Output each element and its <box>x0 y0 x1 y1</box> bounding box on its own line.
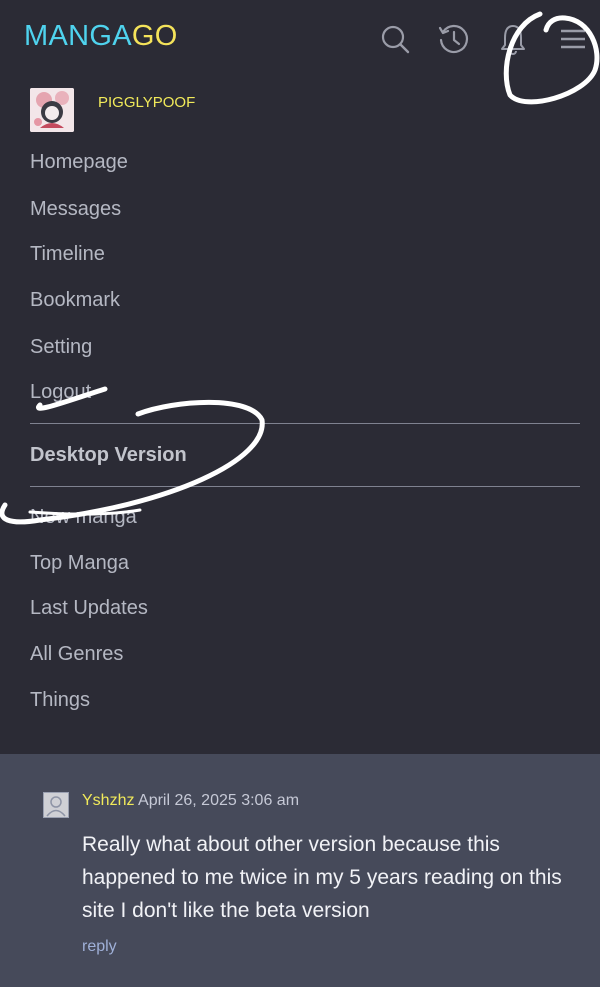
divider <box>30 423 580 424</box>
menu-item-homepage[interactable]: Homepage <box>30 151 128 174</box>
menu-item-top-manga[interactable]: Top Manga <box>30 552 129 575</box>
side-menu-panel: MANGAGO PIGGLYPOOF Homepage Messages Tim… <box>0 0 600 754</box>
menu-item-all-genres[interactable]: All Genres <box>30 643 123 666</box>
avatar[interactable] <box>30 88 74 132</box>
menu-item-last-updates[interactable]: Last Updates <box>30 597 148 620</box>
history-icon[interactable] <box>438 22 470 56</box>
menu-item-bookmark[interactable]: Bookmark <box>30 289 120 312</box>
menu-item-new-manga[interactable]: New manga <box>30 506 137 529</box>
menu-icon[interactable] <box>557 22 589 56</box>
comment-username[interactable]: Yshzhz <box>82 792 134 809</box>
comment-meta: Yshzhz April 26, 2025 3:06 am <box>82 792 299 810</box>
site-logo[interactable]: MANGAGO <box>24 20 178 53</box>
bell-icon[interactable] <box>497 22 529 56</box>
comment: Yshzhz April 26, 2025 3:06 am Really wha… <box>0 754 600 987</box>
logo-part-go: GO <box>131 20 178 52</box>
menu-item-timeline[interactable]: Timeline <box>30 243 105 266</box>
menu-item-things[interactable]: Things <box>30 689 90 712</box>
comment-avatar[interactable] <box>43 792 69 818</box>
menu-item-messages[interactable]: Messages <box>30 198 121 221</box>
menu-item-setting[interactable]: Setting <box>30 336 92 359</box>
reply-link[interactable]: reply <box>82 938 117 956</box>
comment-date: April 26, 2025 3:06 am <box>138 792 300 809</box>
search-icon[interactable] <box>379 22 411 56</box>
menu-item-logout[interactable]: Logout <box>30 381 91 404</box>
comment-text: Really what about other version because … <box>82 833 562 922</box>
username[interactable]: PIGGLYPOOF <box>98 94 195 111</box>
logo-part-manga: MANGA <box>24 20 132 52</box>
desktop-version-link[interactable]: Desktop Version <box>30 444 187 467</box>
divider <box>30 486 580 487</box>
